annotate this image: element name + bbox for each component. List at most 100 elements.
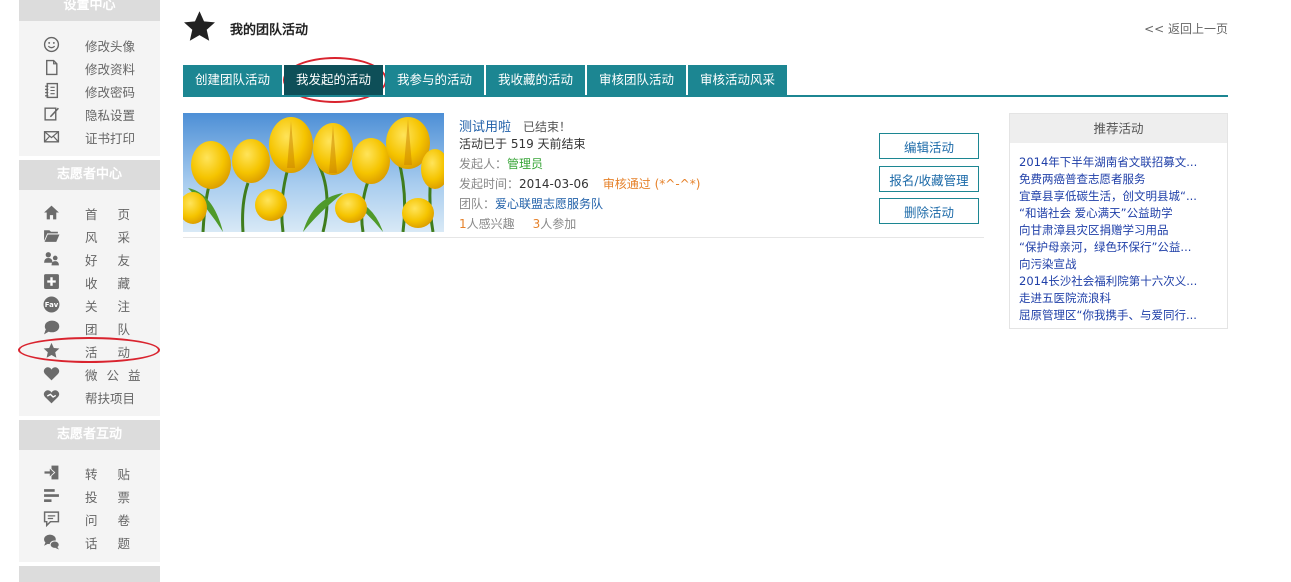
time-label: 发起时间：	[459, 177, 520, 191]
sidebar-item-label: 隐私设置	[85, 108, 136, 123]
sidebar: 设置中心 修改头像 修改资料 修改密码 隐私设置 证书打印 志愿者中心 首页 风…	[19, 0, 160, 582]
activity-thumbnail[interactable]	[183, 113, 444, 232]
tab-my-initiated-activities[interactable]: 我发起的活动	[284, 65, 383, 95]
heart-icon	[43, 365, 60, 382]
document-icon	[43, 59, 60, 76]
folder-icon	[43, 227, 60, 244]
recommended-item[interactable]: 走进五医院流浪科	[1019, 290, 1219, 307]
activity-status: 已结束！	[523, 120, 572, 134]
recommended-item[interactable]: 免费两癌普查志愿者服务	[1019, 171, 1219, 188]
sidebar-item-assist-project[interactable]: 帮扶项目	[19, 385, 160, 407]
smile-icon	[43, 36, 60, 53]
page-title: 我的团队活动	[230, 23, 309, 38]
tab-review-activity-gallery[interactable]: 审核活动风采	[688, 65, 787, 95]
sidebar-item-label: 关注	[85, 299, 151, 314]
sidebar-item-friends[interactable]: 好友	[19, 247, 160, 269]
handshake-icon	[43, 388, 60, 405]
sidebar-item-label: 转贴	[85, 467, 151, 482]
recommended-item[interactable]: 向甘肃漳县灾区捐赠学习用品	[1019, 222, 1219, 239]
sidebar-item-label: 收藏	[85, 276, 151, 291]
sidebar-item-home[interactable]: 首页	[19, 201, 160, 223]
sidebar-item-label: 证书打印	[85, 131, 136, 146]
review-status: 审核通过 (*^-^*)	[602, 177, 701, 191]
tab-bar: 创建团队活动 我发起的活动 我参与的活动 我收藏的活动 审核团队活动 审核活动风…	[183, 65, 1228, 97]
chat-icon	[43, 319, 60, 336]
sidebar-item-vote[interactable]: 投票	[19, 484, 160, 506]
comment-icon	[43, 510, 60, 527]
sidebar-item-label: 风采	[85, 230, 151, 245]
tab-review-team-activities[interactable]: 审核团队活动	[587, 65, 686, 95]
activity-item: 测试用啦 已结束！ 活动已于 519 天前结束 发起人：管理员 发起时间：2014…	[183, 113, 984, 238]
activity-title-link[interactable]: 测试用啦	[459, 120, 511, 135]
fav-icon: Fav	[43, 296, 60, 313]
sidebar-item-label: 好友	[85, 253, 151, 268]
recommended-item[interactable]: “和谐社会 爱心满天”公益助学	[1019, 205, 1219, 222]
sidebar-item-label: 修改资料	[85, 62, 136, 77]
interested-label: 人感兴趣	[466, 217, 515, 231]
time-value: 2014-03-06	[519, 177, 589, 191]
tab-create-team-activity[interactable]: 创建团队活动	[183, 65, 282, 95]
sidebar-item-favorites[interactable]: 收藏	[19, 270, 160, 292]
sidebar-item-label: 微公益	[85, 368, 150, 383]
section-header-settings: 设置中心	[19, 0, 160, 21]
sidebar-item-label: 问卷	[85, 513, 151, 528]
tab-my-joined-activities[interactable]: 我参与的活动	[385, 65, 484, 95]
sidebar-item-label: 首页	[85, 207, 151, 222]
topic-icon	[43, 533, 60, 550]
section-header-interact: 志愿者互动	[19, 420, 160, 450]
sidebar-item-privacy[interactable]: 隐私设置	[19, 102, 160, 124]
sidebar-item-follow[interactable]: Fav 关注	[19, 293, 160, 315]
recommended-panel: 推荐活动 2014年下半年湖南省文联招募文... 免费两癌普查志愿者服务 宜章县…	[1009, 113, 1228, 329]
edit-icon	[43, 105, 60, 122]
joined-label: 人参加	[540, 217, 577, 231]
list-icon	[43, 82, 60, 99]
sidebar-item-activity[interactable]: 活动	[19, 339, 160, 361]
recommended-item[interactable]: “保护母亲河，绿色环保行”公益...	[1019, 239, 1219, 256]
bars-icon	[43, 487, 60, 504]
sidebar-item-survey[interactable]: 问卷	[19, 507, 160, 529]
users-icon	[43, 250, 60, 267]
recommended-item[interactable]: 2014长沙社会福利院第十六次义...	[1019, 273, 1219, 290]
sidebar-item-topic[interactable]: 话题	[19, 530, 160, 552]
tab-my-favorite-activities[interactable]: 我收藏的活动	[486, 65, 585, 95]
sidebar-item-label: 投票	[85, 490, 151, 505]
section-header-volunteer: 志愿者中心	[19, 160, 160, 190]
sidebar-item-profile[interactable]: 修改资料	[19, 56, 160, 78]
recommended-item[interactable]: 宜章县享低碳生活，创文明县城“...	[1019, 188, 1219, 205]
edit-activity-button[interactable]: 编辑活动	[879, 133, 979, 159]
sidebar-item-label: 修改密码	[85, 85, 136, 100]
home-icon	[43, 204, 60, 221]
section-header-next	[19, 566, 160, 582]
sidebar-item-label: 帮扶项目	[85, 391, 136, 406]
activity-ended-text: 活动已于 519 天前结束	[459, 137, 586, 151]
sidebar-item-label: 话题	[85, 536, 151, 551]
sidebar-item-label: 活动	[85, 345, 151, 360]
sidebar-item-label: 团队	[85, 322, 151, 337]
initiator-link[interactable]: 管理员	[507, 157, 543, 171]
sidebar-item-team[interactable]: 团队	[19, 316, 160, 338]
recommended-title: 推荐活动	[1010, 114, 1227, 143]
sidebar-item-repost[interactable]: 转贴	[19, 461, 160, 483]
signup-manage-button[interactable]: 报名/收藏管理	[879, 166, 979, 192]
svg-text:Fav: Fav	[45, 301, 59, 309]
star-icon	[43, 342, 60, 359]
sidebar-item-certificate[interactable]: 证书打印	[19, 125, 160, 147]
initiator-label: 发起人：	[459, 157, 508, 171]
plus-box-icon	[43, 273, 60, 290]
team-link[interactable]: 爱心联盟志愿服务队	[495, 197, 603, 211]
recommended-item[interactable]: 屈原管理区“你我携手、与爱同行...	[1019, 307, 1219, 324]
recommended-item[interactable]: 向污染宣战	[1019, 256, 1219, 273]
share-icon	[43, 464, 60, 481]
sidebar-item-password[interactable]: 修改密码	[19, 79, 160, 101]
back-link[interactable]: << 返回上一页	[1144, 20, 1228, 37]
sidebar-item-gallery[interactable]: 风采	[19, 224, 160, 246]
sidebar-item-label: 修改头像	[85, 39, 136, 54]
team-label: 团队：	[459, 197, 496, 211]
interested-count: 1	[459, 217, 467, 231]
sidebar-item-avatar[interactable]: 修改头像	[19, 33, 160, 55]
delete-activity-button[interactable]: 删除活动	[879, 198, 979, 224]
recommended-list: 2014年下半年湖南省文联招募文... 免费两癌普查志愿者服务 宜章县享低碳生活…	[1019, 154, 1219, 324]
mail-icon	[43, 128, 60, 145]
sidebar-item-micro-charity[interactable]: 微公益	[19, 362, 160, 384]
recommended-item[interactable]: 2014年下半年湖南省文联招募文...	[1019, 154, 1219, 171]
